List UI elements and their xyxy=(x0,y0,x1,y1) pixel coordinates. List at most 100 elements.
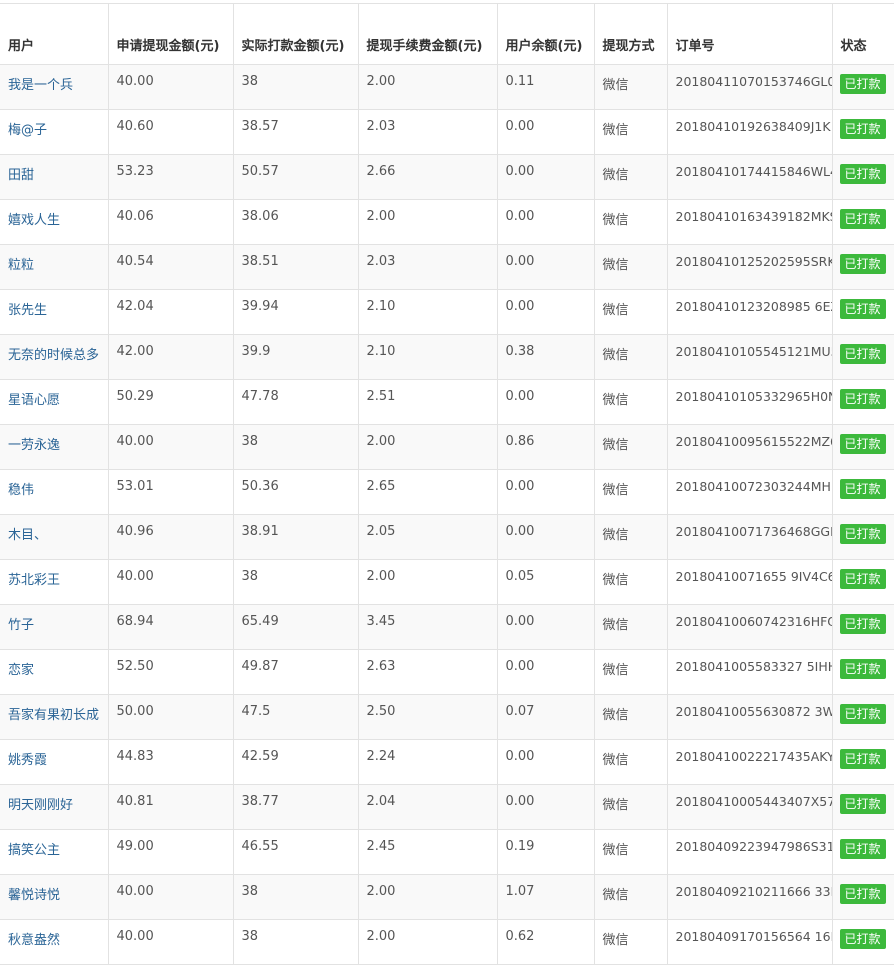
user-link[interactable]: 梅@子 xyxy=(8,123,47,138)
order-number-cell: 20180410192638409J1K xyxy=(666,109,833,155)
status-badge: 已打款 xyxy=(839,704,886,724)
method-cell: 微信 xyxy=(593,559,668,605)
status-badge: 已打款 xyxy=(839,74,886,94)
table-row: 搞笑公主 49.00 46.55 2.45 0.19 微信 2018040922394798… xyxy=(0,829,894,875)
user-cell: 嬉戏人生 xyxy=(0,199,109,245)
order-number-cell: 20180410005443407X57 xyxy=(666,784,833,830)
method-cell: 微信 xyxy=(593,289,668,335)
method-cell: 微信 xyxy=(593,604,668,650)
balance-cell: 0.00 xyxy=(496,649,595,695)
table-row: 一劳永逸 40.00 38 2.00 0.86 微信 20180410095615522MZ… xyxy=(0,424,894,470)
table-row: 梅@子 40.60 38.57 2.03 0.00 微信 20180410192638409… xyxy=(0,109,894,155)
user-cell: 搞笑公主 xyxy=(0,829,109,875)
status-badge: 已打款 xyxy=(839,524,886,544)
requested-amount-cell: 40.54 xyxy=(107,244,234,290)
balance-cell: 0.00 xyxy=(496,514,595,560)
status-cell: 已打款 xyxy=(831,424,894,470)
table-row: 星语心愿 50.29 47.78 2.51 0.00 微信 2018041010533296… xyxy=(0,379,894,425)
user-cell: 稳伟 xyxy=(0,469,109,515)
user-link[interactable]: 明天刚刚好 xyxy=(8,798,73,813)
balance-cell: 0.07 xyxy=(496,694,595,740)
user-link[interactable]: 苏北彩王 xyxy=(8,573,60,588)
user-link[interactable]: 秋意盎然 xyxy=(8,933,60,948)
status-cell: 已打款 xyxy=(831,739,894,785)
fee-amount-cell: 2.00 xyxy=(357,199,498,245)
status-cell: 已打款 xyxy=(831,604,894,650)
fee-amount-cell: 2.66 xyxy=(357,154,498,200)
user-cell: 秋意盎然 xyxy=(0,919,109,965)
requested-amount-cell: 40.00 xyxy=(107,64,234,110)
user-cell: 无奈的时候总多 xyxy=(0,334,109,380)
requested-amount-cell: 53.23 xyxy=(107,154,234,200)
user-link[interactable]: 姚秀霞 xyxy=(8,753,47,768)
user-link[interactable]: 恋家 xyxy=(8,663,34,678)
status-cell: 已打款 xyxy=(831,559,894,605)
user-link[interactable]: 搞笑公主 xyxy=(8,843,60,858)
status-badge: 已打款 xyxy=(839,389,886,409)
table-row: 无奈的时候总多 42.00 39.9 2.10 0.38 微信 20180410105545… xyxy=(0,334,894,380)
status-cell: 已打款 xyxy=(831,829,894,875)
balance-cell: 0.00 xyxy=(496,604,595,650)
table-row: 嬉戏人生 40.06 38.06 2.00 0.00 微信 2018041016343918… xyxy=(0,199,894,245)
method-cell: 微信 xyxy=(593,154,668,200)
status-badge: 已打款 xyxy=(839,884,886,904)
user-cell: 星语心愿 xyxy=(0,379,109,425)
status-badge: 已打款 xyxy=(839,929,886,949)
balance-cell: 0.00 xyxy=(496,379,595,425)
table-row: 苏北彩王 40.00 38 2.00 0.05 微信 20180410071655 9IV4… xyxy=(0,559,894,605)
status-cell: 已打款 xyxy=(831,244,894,290)
method-cell: 微信 xyxy=(593,379,668,425)
table-row: 田甜 53.23 50.57 2.66 0.00 微信 20180410174415846W… xyxy=(0,154,894,200)
status-cell: 已打款 xyxy=(831,469,894,515)
balance-cell: 0.00 xyxy=(496,109,595,155)
user-cell: 我是一个兵 xyxy=(0,64,109,110)
paid-amount-cell: 50.57 xyxy=(232,154,359,200)
status-badge: 已打款 xyxy=(839,299,886,319)
paid-amount-cell: 38.77 xyxy=(232,784,359,830)
requested-amount-cell: 40.00 xyxy=(107,424,234,470)
balance-cell: 0.86 xyxy=(496,424,595,470)
user-link[interactable]: 竹子 xyxy=(8,618,34,633)
status-cell: 已打款 xyxy=(831,784,894,830)
method-cell: 微信 xyxy=(593,469,668,515)
method-cell: 微信 xyxy=(593,919,668,965)
fee-amount-cell: 2.00 xyxy=(357,424,498,470)
user-link[interactable]: 木目、 xyxy=(8,528,47,543)
order-number-cell: 20180410105545121MU5 xyxy=(666,334,833,380)
fee-amount-cell: 2.45 xyxy=(357,829,498,875)
paid-amount-cell: 47.78 xyxy=(232,379,359,425)
user-link[interactable]: 馨悦诗悦 xyxy=(8,888,60,903)
user-link[interactable]: 粒粒 xyxy=(8,258,34,273)
status-cell: 已打款 xyxy=(831,874,894,920)
balance-cell: 0.11 xyxy=(496,64,595,110)
user-link[interactable]: 田甜 xyxy=(8,168,34,183)
user-link[interactable]: 星语心愿 xyxy=(8,393,60,408)
user-link[interactable]: 稳伟 xyxy=(8,483,34,498)
fee-amount-cell: 2.03 xyxy=(357,244,498,290)
fee-amount-cell: 2.04 xyxy=(357,784,498,830)
user-link[interactable]: 吾家有果初长成 xyxy=(8,708,99,723)
status-cell: 已打款 xyxy=(831,289,894,335)
user-link[interactable]: 无奈的时候总多 xyxy=(8,348,99,363)
balance-cell: 0.05 xyxy=(496,559,595,605)
table-row: 竹子 68.94 65.49 3.45 0.00 微信 20180410060742316H… xyxy=(0,604,894,650)
header-requested-amount: 申请提现金额(元) xyxy=(107,3,234,65)
method-cell: 微信 xyxy=(593,199,668,245)
user-cell: 一劳永逸 xyxy=(0,424,109,470)
order-number-cell: 20180410071655 9IV4C6 xyxy=(666,559,833,605)
user-link[interactable]: 张先生 xyxy=(8,303,47,318)
method-cell: 微信 xyxy=(593,514,668,560)
paid-amount-cell: 38.06 xyxy=(232,199,359,245)
user-link[interactable]: 我是一个兵 xyxy=(8,78,73,93)
table-row: 秋意盎然 40.00 38 2.00 0.62 微信 20180409170156564 1… xyxy=(0,919,894,965)
fee-amount-cell: 2.03 xyxy=(357,109,498,155)
balance-cell: 0.00 xyxy=(496,784,595,830)
status-badge: 已打款 xyxy=(839,569,886,589)
requested-amount-cell: 49.00 xyxy=(107,829,234,875)
user-link[interactable]: 一劳永逸 xyxy=(8,438,60,453)
method-cell: 微信 xyxy=(593,739,668,785)
header-status: 状态 xyxy=(831,3,894,65)
header-order-number: 订单号 xyxy=(666,3,833,65)
user-link[interactable]: 嬉戏人生 xyxy=(8,213,60,228)
user-cell: 田甜 xyxy=(0,154,109,200)
